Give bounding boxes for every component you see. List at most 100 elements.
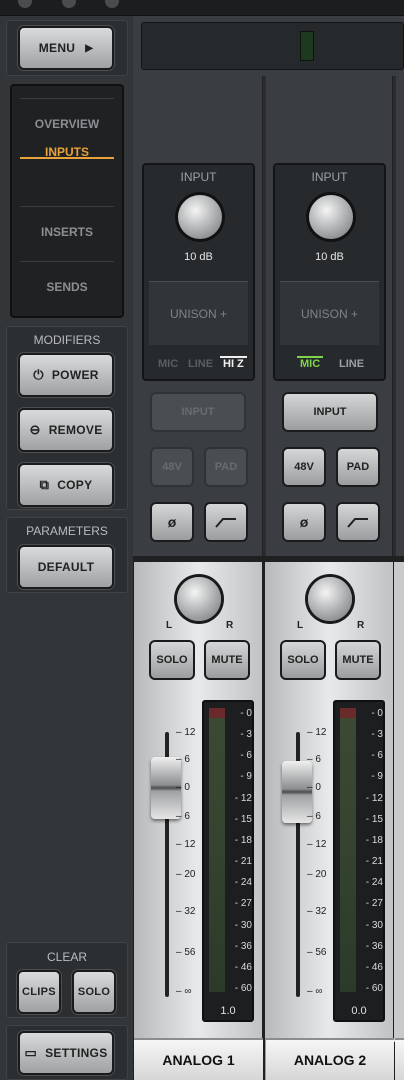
channel-name-label: ANALOG 1 xyxy=(162,1052,235,1068)
level-meter: - 0 - 3 - 6 - 9 - 12 - 15 - 18 - 21 - 24 - 27 - 30… xyxy=(202,700,254,1022)
phase-button[interactable]: ø xyxy=(150,502,194,542)
modifiers-heading: MODIFIERS xyxy=(33,333,101,347)
pan-knob[interactable] xyxy=(308,577,352,621)
input-button[interactable]: INPUT xyxy=(282,392,378,432)
gain-value: 10 dB xyxy=(184,251,213,263)
source-hiz[interactable]: HI Z xyxy=(220,356,247,370)
meter-scale-tick: - 60 xyxy=(234,983,252,994)
default-button[interactable]: DEFAULT xyxy=(18,545,114,589)
fader-scale-tick: – 32 xyxy=(307,906,327,917)
meter-scale-tick: - 27 xyxy=(365,898,383,910)
phantom-48v-button[interactable]: 48V xyxy=(282,447,326,487)
channel-name-edge xyxy=(395,1038,404,1080)
unison-label: UNISON + xyxy=(300,306,358,321)
clear-clips-label: CLIPS xyxy=(22,986,56,998)
pad-button[interactable]: PAD xyxy=(204,447,248,487)
copy-button[interactable]: ⧉ COPY xyxy=(18,463,114,507)
nav-inserts[interactable]: INSERTS xyxy=(20,206,114,256)
meter-scale-tick: - 36 xyxy=(365,940,383,952)
copy-label: COPY xyxy=(57,478,93,492)
phase-icon: ø xyxy=(299,514,309,530)
pan-knob[interactable] xyxy=(177,577,221,621)
solo-label: SOLO xyxy=(287,654,319,666)
mute-button[interactable]: MUTE xyxy=(335,640,381,680)
input-title: INPUT xyxy=(311,170,348,184)
power-button[interactable]: ⏻ POWER xyxy=(18,353,114,397)
fader-scale-tick: – 12 xyxy=(307,839,327,850)
pad-button[interactable]: PAD xyxy=(336,447,380,487)
unison-slot[interactable]: UNISON + xyxy=(149,281,248,345)
meter-bar xyxy=(209,710,225,992)
meter-scale-tick: - 9 xyxy=(371,771,383,783)
fader-scale-tick: – 6 xyxy=(176,811,190,822)
solo-label: SOLO xyxy=(156,654,188,666)
input-panel-2: INPUT 10 dB UNISON + MIC LINE xyxy=(273,163,386,381)
level-meter: - 0 - 3 - 6 - 9 - 12 - 15 - 18 - 21 - 24 - 27 - 30… xyxy=(333,700,385,1022)
meter-scale-tick: - 12 xyxy=(234,792,252,804)
clear-heading: CLEAR xyxy=(46,950,87,964)
meter-bar xyxy=(340,710,356,992)
gain-knob[interactable] xyxy=(178,195,222,239)
menu-button[interactable]: MENU ▶ xyxy=(18,26,114,70)
pad-label: PAD xyxy=(214,461,238,473)
copy-icon: ⧉ xyxy=(39,477,50,492)
phantom-48v-button[interactable]: 48V xyxy=(150,447,194,487)
phase-button[interactable]: ø xyxy=(282,502,326,542)
meter-scale-tick: - 18 xyxy=(365,834,383,846)
low-cut-button[interactable] xyxy=(204,502,248,542)
fader-scale-tick: – 12 xyxy=(307,727,327,738)
input-button[interactable]: INPUT xyxy=(150,392,246,432)
gain-value: 10 dB xyxy=(315,251,344,263)
gain-knob[interactable] xyxy=(309,195,353,239)
settings-label: SETTINGS xyxy=(45,1046,108,1060)
unison-slot[interactable]: UNISON + xyxy=(280,281,379,345)
meter-scale-tick: - 46 xyxy=(234,961,252,973)
source-mic[interactable]: MIC xyxy=(158,358,178,370)
nav-sends[interactable]: SENDS xyxy=(20,261,114,311)
low-cut-button[interactable] xyxy=(336,502,380,542)
fader-scale-tick: – ∞ xyxy=(176,986,192,997)
phantom-label: 48V xyxy=(294,461,314,473)
meter-scale-tick: - 9 xyxy=(240,771,252,783)
channel-name-label: ANALOG 2 xyxy=(293,1052,367,1068)
solo-button[interactable]: SOLO xyxy=(280,640,326,680)
meter-scale-tick: - 0 xyxy=(371,708,383,719)
nav-inputs[interactable]: INPUTS xyxy=(20,132,114,159)
solo-button[interactable]: SOLO xyxy=(149,640,195,680)
meter-scale-tick: - 21 xyxy=(234,856,252,868)
meter-scale-tick: - 3 xyxy=(240,729,252,741)
low-cut-icon xyxy=(347,518,368,528)
meter-value: 0.0 xyxy=(351,1005,367,1017)
clear-clips-button[interactable]: CLIPS xyxy=(17,970,61,1014)
clip-indicator xyxy=(300,31,314,61)
unison-label: UNISON + xyxy=(169,306,227,321)
peak-indicator xyxy=(209,708,225,718)
channel-name-2[interactable]: ANALOG 2 xyxy=(265,1038,394,1080)
channel-divider xyxy=(262,76,266,556)
clear-solo-label: SOLO xyxy=(77,986,111,998)
remove-button[interactable]: ⊖ REMOVE xyxy=(18,408,114,452)
mute-button[interactable]: MUTE xyxy=(204,640,250,680)
info-button[interactable] xyxy=(105,0,119,8)
power-label: POWER xyxy=(51,368,99,382)
pan-right-label: R xyxy=(357,620,365,631)
meter-scale-tick: - 27 xyxy=(234,898,252,910)
meter-scale-tick: - 3 xyxy=(371,729,383,741)
settings-button[interactable]: ▭ SETTINGS xyxy=(18,1031,114,1075)
fader-scale-tick: – 0 xyxy=(307,782,321,793)
low-cut-icon xyxy=(215,518,236,528)
pan-right-label: R xyxy=(226,620,234,631)
mute-label: MUTE xyxy=(342,654,374,666)
channel-name-1[interactable]: ANALOG 1 xyxy=(134,1038,263,1080)
meter-value: 1.0 xyxy=(220,1005,236,1017)
nav-sends-label: SENDS xyxy=(46,279,88,294)
meter-scale-tick: - 60 xyxy=(365,983,383,994)
close-window-button[interactable] xyxy=(18,0,32,8)
source-line[interactable]: LINE xyxy=(188,358,213,370)
minimize-window-button[interactable] xyxy=(62,0,76,8)
fader-scale-tick: – 6 xyxy=(176,754,190,765)
source-mic[interactable]: MIC xyxy=(297,356,324,370)
play-arrow-icon: ▶ xyxy=(85,42,94,54)
source-line[interactable]: LINE xyxy=(339,358,364,370)
clear-solo-button[interactable]: SOLO xyxy=(72,970,116,1014)
